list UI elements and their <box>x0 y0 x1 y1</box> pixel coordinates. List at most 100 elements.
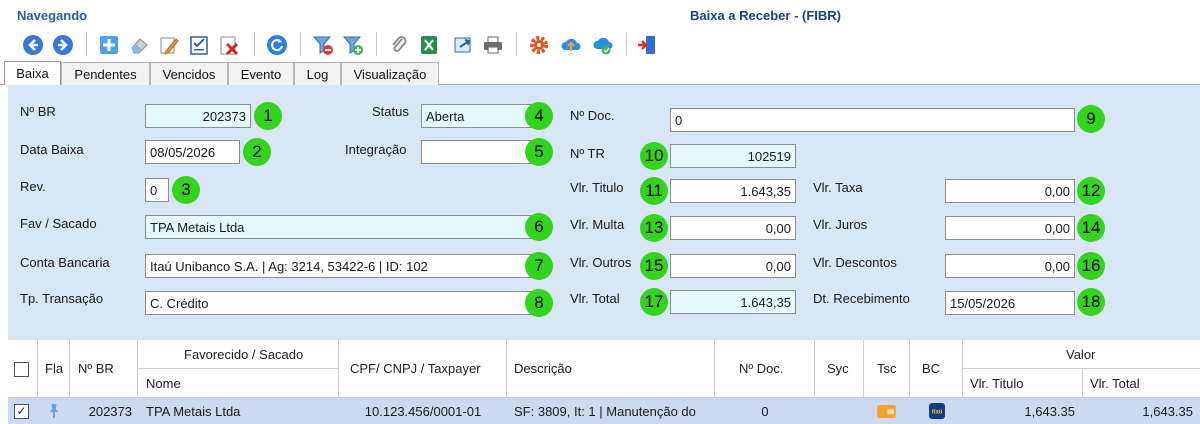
tp-transacao-field[interactable]: C. Crédito <box>145 291 541 315</box>
callout-badge: 7 <box>525 252 553 280</box>
grid-header-select[interactable] <box>8 340 38 398</box>
conta-bancaria-field[interactable]: Itaú Unibanco S.A. | Ag: 3214, 53422-6 |… <box>145 254 541 278</box>
checklist-icon[interactable] <box>186 32 212 58</box>
title-bar: Navegando Baixa a Receber - (FIBR) <box>0 0 1200 28</box>
nr-tr-label: Nº TR <box>570 146 605 161</box>
nr-doc-header-label: Nº Doc. <box>739 361 784 376</box>
tab-evento[interactable]: Evento <box>228 62 294 85</box>
select-all-checkbox[interactable] <box>14 362 29 377</box>
delete-icon[interactable] <box>216 32 242 58</box>
callout-badge: 16 <box>1077 252 1105 280</box>
vlr-multa-field[interactable]: 0,00 <box>670 216 796 240</box>
tab-visualizacao[interactable]: Visualização <box>341 62 439 85</box>
tab-bar: Baixa Pendentes Vencidos Evento Log Visu… <box>0 61 1200 85</box>
vlr-taxa-field[interactable]: 0,00 <box>945 179 1075 203</box>
back-icon[interactable] <box>20 32 46 58</box>
grid-header-nome[interactable]: Nome <box>138 369 339 398</box>
edit-icon[interactable] <box>156 32 182 58</box>
callout-badge: 9 <box>1077 105 1105 133</box>
grid-header-valor: Valor <box>963 340 1200 369</box>
table-row[interactable]: ✓ 202373 TPA Metais Ltda 10.123.456/0001… <box>8 398 1200 424</box>
toolbar-separator <box>300 32 301 56</box>
pin-icon <box>46 398 62 424</box>
export-icon[interactable] <box>450 32 476 58</box>
tsc-card-icon <box>877 398 896 424</box>
nome-header-label: Nome <box>146 376 181 391</box>
forward-icon[interactable] <box>50 32 76 58</box>
grid-header-syc[interactable]: Syc <box>815 340 864 398</box>
callout-badge: 12 <box>1077 177 1105 205</box>
grid-header-vlr-titulo[interactable]: Vlr. Titulo <box>963 369 1083 398</box>
fav-sacado-label: Fav / Sacado <box>20 216 97 231</box>
tab-log[interactable]: Log <box>294 62 341 85</box>
toolbar-separator <box>86 32 87 56</box>
callout-badge: 10 <box>640 142 668 170</box>
cloud-upload-icon[interactable] <box>558 32 584 58</box>
nr-tr-field[interactable]: 102519 <box>670 144 796 168</box>
grid-header-cpf[interactable]: CPF/ CNPJ / Taxpayer <box>339 340 507 398</box>
row-select-checkbox-cell[interactable]: ✓ <box>14 398 29 424</box>
exit-icon[interactable] <box>634 32 660 58</box>
callout-badge: 15 <box>640 252 668 280</box>
row-checkbox[interactable]: ✓ <box>14 403 29 419</box>
form-panel: Nº BR 202373 1 Data Baixa 08/05/2026 2 R… <box>8 85 1200 340</box>
vlr-total-field[interactable]: 1.643,35 <box>670 290 796 314</box>
rev-field[interactable]: 0 <box>145 178 169 202</box>
grid-header-descricao[interactable]: Descrição <box>507 340 715 398</box>
status-field[interactable]: Aberta <box>421 104 541 128</box>
refresh-icon[interactable] <box>264 32 290 58</box>
descricao-header-label: Descrição <box>514 361 572 376</box>
window-title: Baixa a Receber - (FIBR) <box>690 8 841 23</box>
tab-vencidos[interactable]: Vencidos <box>150 62 228 85</box>
vlr-total-label: Vlr. Total <box>570 291 620 306</box>
dt-recebimento-label: Dt. Recebimento <box>813 291 910 306</box>
fav-sacado-field[interactable]: TPA Metais Ltda <box>145 215 541 239</box>
vlr-titulo-field[interactable]: 1.643,35 <box>670 179 796 203</box>
print-icon[interactable] <box>480 32 506 58</box>
nr-doc-label: Nº Doc. <box>570 108 615 123</box>
results-grid: Fla Nº BR Favorecido / Sacado Nome CPF/ … <box>8 340 1200 424</box>
row-cpf: 10.123.456/0001-01 <box>364 403 482 419</box>
status-label: Status <box>372 104 409 119</box>
tp-transacao-label: Tp. Transação <box>20 291 104 306</box>
nr-doc-field[interactable]: 0 <box>670 108 1075 132</box>
settings-icon[interactable] <box>526 32 552 58</box>
fla-header-label: Fla <box>45 361 64 376</box>
nr-br-header-label: Nº BR <box>78 361 114 376</box>
grid-header-bc[interactable]: BC <box>910 340 963 398</box>
excel-icon[interactable] <box>416 32 442 58</box>
callout-badge: 14 <box>1077 214 1105 242</box>
data-baixa-label: Data Baixa <box>20 142 84 157</box>
grid-header-nr-doc[interactable]: Nº Doc. <box>715 340 815 398</box>
attach-icon[interactable] <box>386 32 412 58</box>
grid-header-fla[interactable]: Fla <box>38 340 70 398</box>
erase-icon[interactable] <box>126 32 152 58</box>
dt-recebimento-field[interactable]: 15/05/2026 <box>945 291 1075 315</box>
callout-badge: 4 <box>525 102 553 130</box>
grid-header-tsc[interactable]: Tsc <box>864 340 910 398</box>
valor-header-label: Valor <box>1066 347 1096 362</box>
tsc-header-label: Tsc <box>877 361 897 376</box>
callout-badge: 17 <box>640 288 668 316</box>
tab-pendentes[interactable]: Pendentes <box>61 62 150 85</box>
toolbar <box>0 28 1200 61</box>
filter-remove-icon[interactable] <box>310 32 336 58</box>
new-icon[interactable] <box>96 32 122 58</box>
vlr-descontos-field[interactable]: 0,00 <box>945 254 1075 278</box>
tab-baixa[interactable]: Baixa <box>4 61 61 85</box>
vlr-outros-field[interactable]: 0,00 <box>670 254 796 278</box>
row-nr-br: 202373 <box>88 403 132 419</box>
grid-header-nr-br[interactable]: Nº BR <box>70 340 138 398</box>
grid-header-vlr-total[interactable]: Vlr. Total <box>1083 369 1200 398</box>
callout-badge: 6 <box>525 213 553 241</box>
vlr-juros-field[interactable]: 0,00 <box>945 216 1075 240</box>
cloud-sync-icon[interactable] <box>590 32 616 58</box>
integracao-field[interactable] <box>421 140 541 164</box>
data-baixa-field[interactable]: 08/05/2026 <box>145 140 240 164</box>
nr-br-field[interactable]: 202373 <box>145 104 251 128</box>
rev-label: Rev. <box>20 179 46 194</box>
vlr-outros-label: Vlr. Outros <box>570 255 632 270</box>
svg-text:itaú: itaú <box>932 410 943 416</box>
filter-add-icon[interactable] <box>340 32 366 58</box>
conta-bancaria-label: Conta Bancaria <box>20 255 110 270</box>
